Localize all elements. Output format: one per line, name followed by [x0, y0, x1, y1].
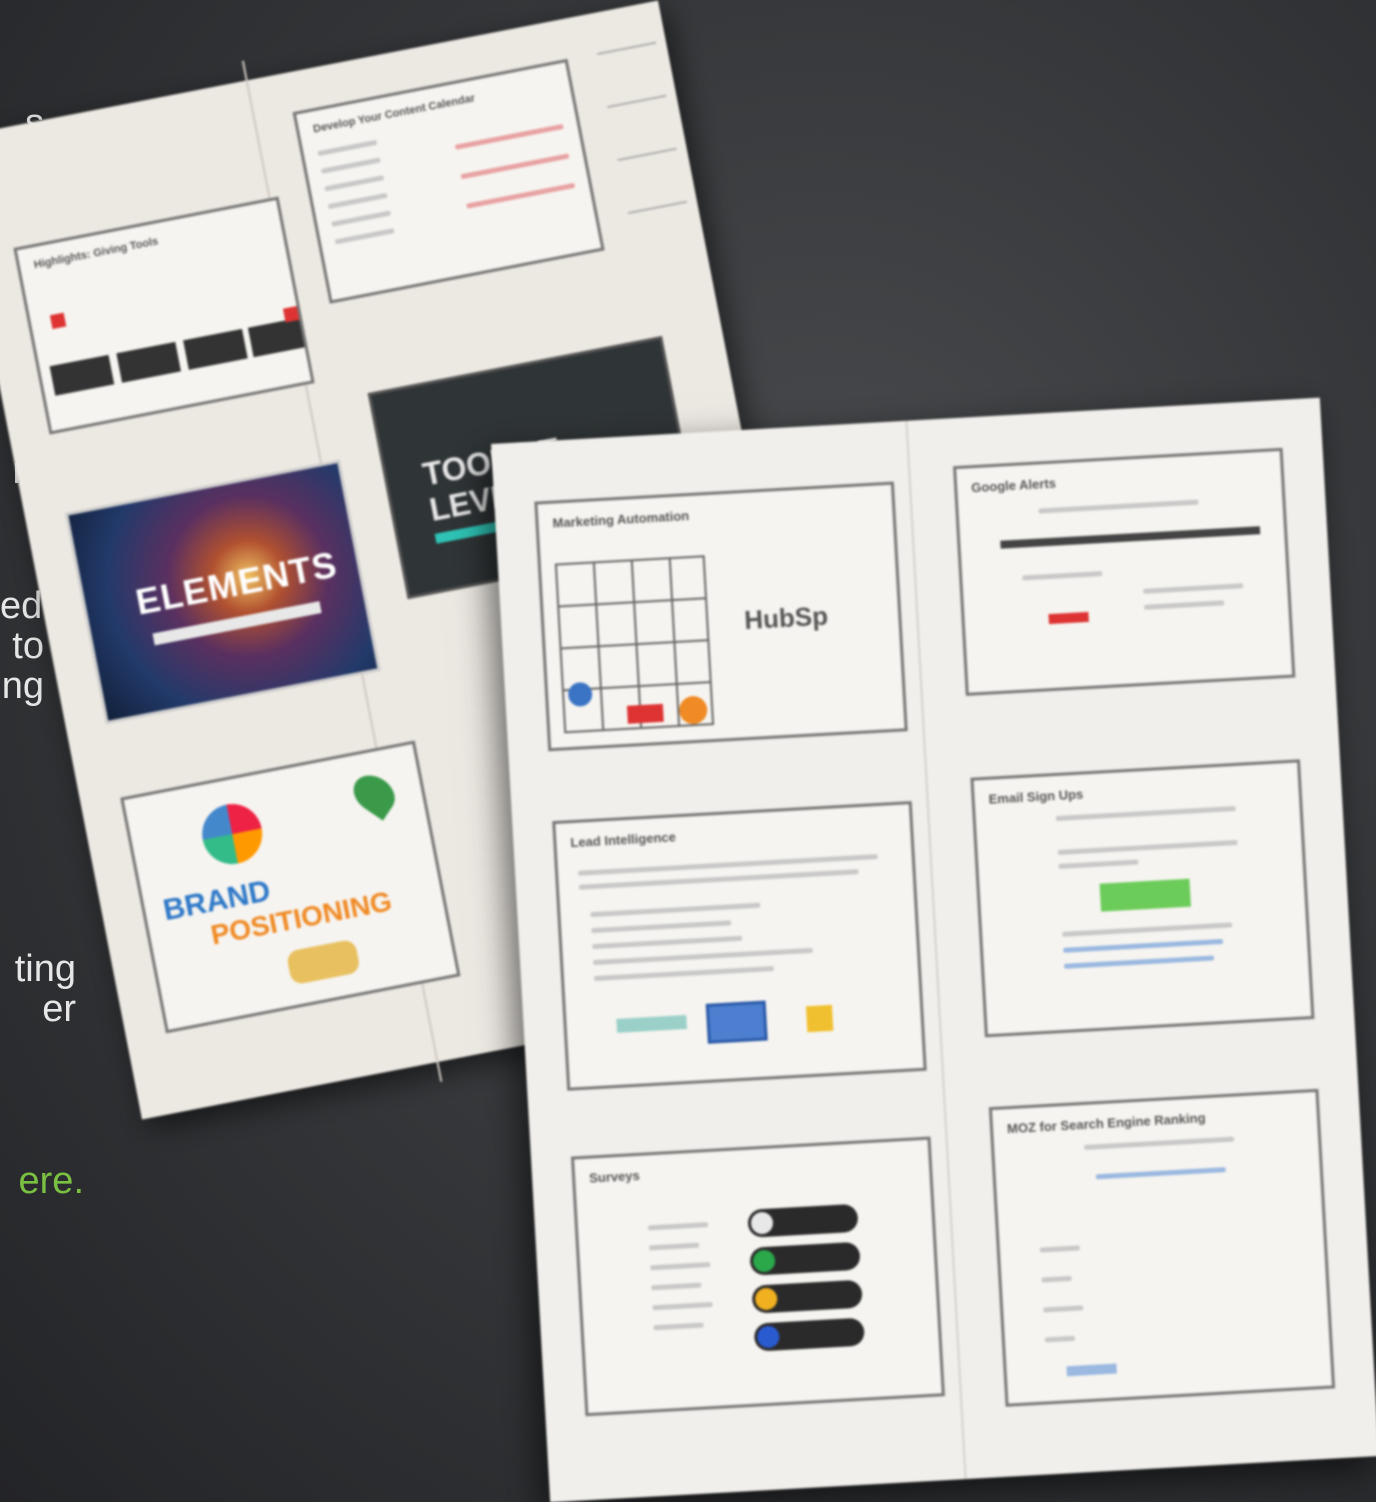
slide-title: Surveys — [588, 1167, 641, 1186]
slide-moz-ranking: MOZ for Search Engine Ranking — [988, 1088, 1336, 1407]
bg-text-line-7: ting — [14, 948, 76, 990]
slide-content-calendar: Develop Your Content Calendar — [292, 58, 605, 304]
slide-title: Lead Intelligence — [570, 829, 677, 851]
bg-text-line-6: ng — [1, 665, 44, 707]
slide-email-sign-ups: Email Sign Ups — [970, 759, 1315, 1038]
slide-title: Highlights: Giving Tools — [32, 235, 160, 272]
slide-surveys: Surveys — [570, 1136, 945, 1417]
slide-elements-photo: ELEMENTS — [64, 459, 381, 725]
slide-brand-positioning: BRAND POSITIONING — [120, 740, 461, 1034]
note-lines — [596, 41, 697, 265]
slide-title: Marketing Automation — [552, 508, 690, 531]
slide-giving-tools: Highlights: Giving Tools — [13, 196, 315, 435]
slide-title: Email Sign Ups — [988, 786, 1084, 807]
bg-text-line-4: ed — [0, 585, 43, 627]
slide-lead-intelligence: Lead Intelligence — [552, 801, 927, 1091]
slide-marketing-automation: Marketing Automation HubSp — [534, 481, 908, 752]
slide-google-alerts: Google Alerts — [953, 447, 1296, 696]
slide-title: MOZ for Search Engine Ranking — [1006, 1110, 1206, 1137]
bg-link-fragment[interactable]: ere. — [0, 1162, 84, 1200]
slide-title: Develop Your Content Calendar — [312, 92, 477, 136]
front-paper-sheet: Marketing Automation HubSp Google Alerts… — [491, 397, 1376, 1502]
slide-title: Google Alerts — [970, 475, 1057, 496]
bg-text-line-8: er — [42, 988, 76, 1030]
bg-text-line-5: to — [12, 625, 44, 667]
hubspot-logo: HubSp — [743, 600, 829, 636]
